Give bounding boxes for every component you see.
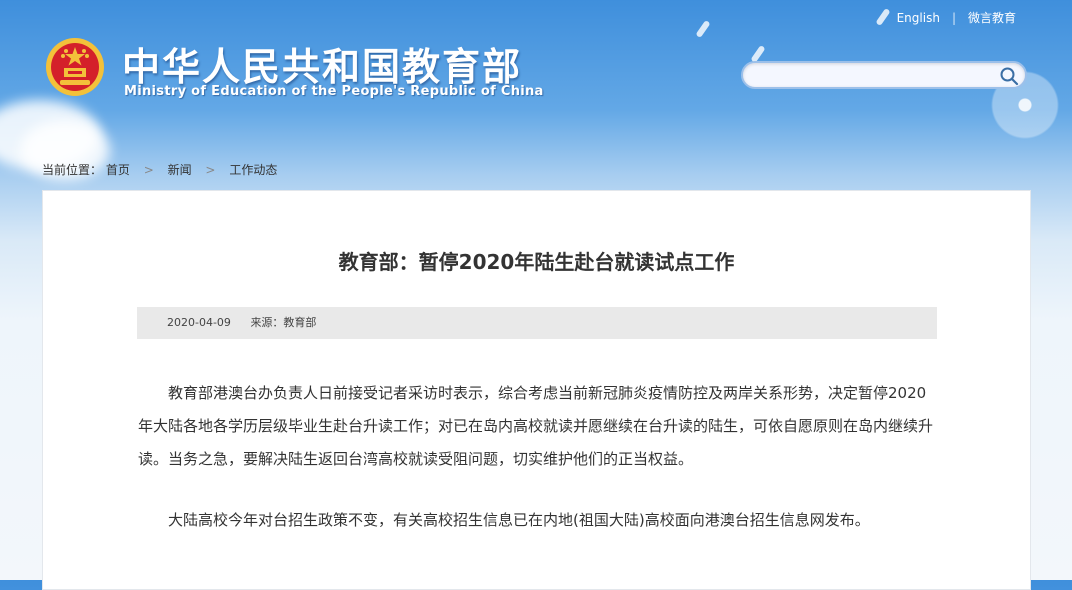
search-box: [741, 61, 1027, 89]
article-title: 教育部：暂停2020年陆生赴台就读试点工作: [338, 250, 735, 274]
breadcrumb-home[interactable]: 首页: [106, 163, 130, 177]
top-links-separator: |: [951, 10, 956, 25]
article-body: 教育部港澳台办负责人日前接受记者采访时表示，综合考虑当前新冠肺炎疫情防控及两岸关…: [138, 377, 941, 537]
seed-decoration: [875, 7, 891, 27]
seed-decoration: [695, 19, 711, 39]
site-title-en: Ministry of Education of the People's Re…: [124, 84, 544, 99]
breadcrumb: 当前位置： 首页 > 新闻 > 工作动态: [42, 161, 277, 178]
chevron-right-icon: >: [205, 163, 216, 177]
article-paragraph: 大陆高校今年对台招生政策不变，有关高校招生信息已在内地(祖国大陆)高校面向港澳台…: [168, 511, 870, 529]
article-date: 2020-04-09: [167, 316, 231, 329]
national-emblem-icon[interactable]: [44, 36, 106, 98]
article-meta: 2020-04-09 来源：教育部: [137, 307, 937, 339]
breadcrumb-work-updates[interactable]: 工作动态: [229, 163, 277, 177]
wechat-link[interactable]: 微言教育: [968, 9, 1016, 26]
search-icon[interactable]: [999, 66, 1019, 86]
chevron-right-icon: >: [143, 163, 154, 177]
search-input[interactable]: [755, 66, 999, 86]
article-source: 来源：教育部: [250, 316, 317, 329]
breadcrumb-label: 当前位置：: [42, 163, 103, 177]
article-panel: 教育部：暂停2020年陆生赴台就读试点工作 2020-04-09 来源：教育部 …: [42, 190, 1031, 590]
breadcrumb-news[interactable]: 新闻: [168, 163, 192, 177]
article-paragraph: 教育部港澳台办负责人日前接受记者采访时表示，综合考虑当前新冠肺炎疫情防控及两岸关…: [138, 384, 934, 468]
english-link[interactable]: English: [897, 11, 940, 25]
site-title-cn: 中华人民共和国教育部: [122, 45, 523, 89]
top-links: English | 微言教育: [897, 9, 1016, 26]
